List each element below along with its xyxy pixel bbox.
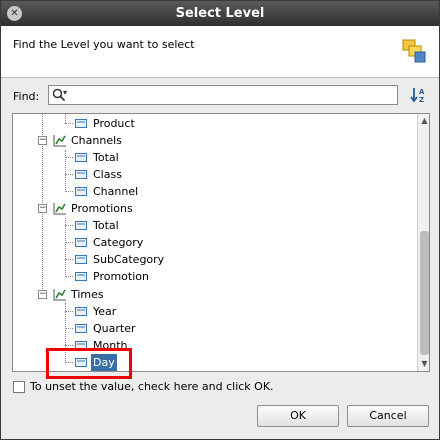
level-tree[interactable]: Product − Channels Total Class Channel −… bbox=[12, 113, 430, 372]
tree-item-promotions-total[interactable]: Total bbox=[13, 217, 413, 234]
header-text: Find the Level you want to select bbox=[13, 38, 195, 51]
tree-item-promotion[interactable]: Promotion bbox=[13, 268, 413, 285]
levels-icon bbox=[402, 39, 426, 63]
level-icon bbox=[75, 221, 87, 230]
ok-button[interactable]: OK bbox=[257, 405, 339, 427]
svg-text:A: A bbox=[419, 88, 425, 96]
sort-icon[interactable]: A Z bbox=[409, 85, 429, 105]
scroll-up-icon[interactable]: ▲ bbox=[418, 114, 429, 128]
tree-item-class[interactable]: Class bbox=[13, 166, 413, 183]
cancel-button[interactable]: Cancel bbox=[347, 405, 429, 427]
tree-item-subcategory[interactable]: SubCategory bbox=[13, 251, 413, 268]
level-icon bbox=[75, 324, 87, 333]
unset-checkbox[interactable] bbox=[13, 381, 25, 393]
unset-label: To unset the value, check here and click… bbox=[30, 380, 274, 393]
find-field[interactable]: ▾ bbox=[48, 85, 398, 105]
tree-item-channels-total[interactable]: Total bbox=[13, 149, 413, 166]
level-icon bbox=[75, 170, 87, 179]
chevron-down-icon[interactable]: ▾ bbox=[63, 88, 67, 97]
tree-item-promotions[interactable]: − Promotions bbox=[13, 200, 413, 217]
level-icon bbox=[75, 272, 87, 281]
header-panel: Find the Level you want to select bbox=[1, 26, 439, 78]
close-icon[interactable]: ✕ bbox=[7, 6, 22, 21]
tree-item-year[interactable]: Year bbox=[13, 303, 413, 320]
selection-highlight bbox=[46, 348, 132, 379]
tree-item-category[interactable]: Category bbox=[13, 234, 413, 251]
title-bar: ✕ Select Level bbox=[1, 1, 439, 26]
hierarchy-icon bbox=[53, 135, 66, 147]
level-icon bbox=[75, 255, 87, 264]
tree-item-times[interactable]: − Times bbox=[13, 286, 413, 303]
level-icon bbox=[75, 238, 87, 247]
level-icon bbox=[75, 119, 87, 128]
hierarchy-icon bbox=[53, 203, 66, 215]
collapse-icon[interactable]: − bbox=[38, 136, 47, 145]
vertical-scrollbar[interactable]: ▲ ▼ bbox=[417, 114, 429, 371]
svg-text:Z: Z bbox=[419, 96, 424, 104]
level-icon bbox=[75, 153, 87, 162]
tree-item-channels[interactable]: − Channels bbox=[13, 132, 413, 149]
window-title: Select Level bbox=[175, 6, 265, 21]
select-level-dialog: ✕ Select Level Find the Level you want t… bbox=[0, 0, 440, 440]
scroll-down-icon[interactable]: ▼ bbox=[418, 357, 429, 371]
collapse-icon[interactable]: − bbox=[38, 204, 47, 213]
tree-item-channel[interactable]: Channel bbox=[13, 183, 413, 200]
scroll-thumb[interactable] bbox=[420, 231, 429, 355]
hierarchy-icon bbox=[53, 289, 66, 301]
find-input[interactable] bbox=[73, 87, 393, 103]
tree-item-product[interactable]: Product bbox=[13, 115, 413, 132]
level-icon bbox=[75, 187, 87, 196]
level-icon bbox=[75, 307, 87, 316]
collapse-icon[interactable]: − bbox=[38, 290, 47, 299]
find-label: Find: bbox=[13, 90, 40, 103]
tree-item-quarter[interactable]: Quarter bbox=[13, 320, 413, 337]
